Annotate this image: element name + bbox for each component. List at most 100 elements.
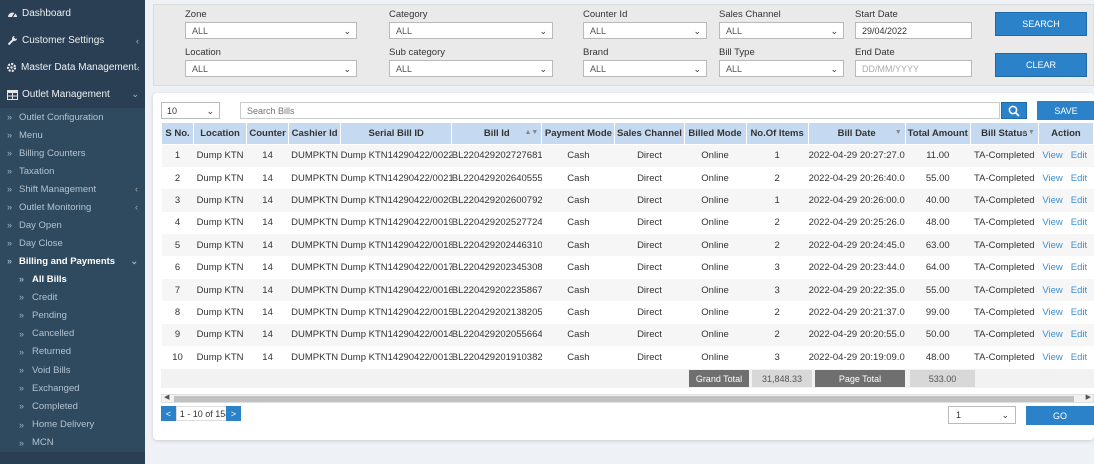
view-link[interactable]: View	[1042, 173, 1062, 184]
brand-select[interactable]: ALL ⌄	[583, 60, 707, 77]
sidebar-item-shift-management[interactable]: » Shift Management ‹	[0, 180, 145, 198]
category-select[interactable]: ALL ⌄	[389, 22, 553, 39]
sidebar-item-customer-settings[interactable]: Customer Settings ‹	[0, 27, 145, 54]
col-header-sno[interactable]: S No.	[160, 122, 195, 145]
table-row[interactable]: 4 Dump KTN 14 DUMPKTN Dump KTN14290422/0019 B…	[161, 211, 1094, 235]
horizontal-scrollbar[interactable]: ◀ ▶	[161, 394, 1094, 403]
col-header-location[interactable]: Location	[193, 122, 248, 145]
table-row[interactable]: 6 Dump KTN 14 DUMPKTN Dump KTN14290422/0017 B…	[161, 256, 1094, 279]
sidebar-item-master-data[interactable]: Master Data Management ‹	[0, 54, 145, 81]
sidebar-item-menu[interactable]: » Menu	[0, 126, 145, 144]
view-link[interactable]: View	[1042, 240, 1062, 251]
search-bills-button[interactable]	[1001, 102, 1027, 119]
sidebar-item-outlet-management[interactable]: Outlet Management ⌄	[0, 81, 145, 108]
col-header-cashier-id[interactable]: Cashier Id	[288, 122, 342, 145]
view-link[interactable]: View	[1042, 217, 1062, 228]
edit-link[interactable]: Edit	[1071, 150, 1087, 161]
col-header-bill-id[interactable]: Bill Id ▲▼	[451, 122, 543, 145]
view-link[interactable]: View	[1042, 150, 1062, 161]
sidebar-item-credit[interactable]: » Credit	[0, 288, 145, 306]
sidebar-item-taxation[interactable]: » Taxation	[0, 162, 145, 180]
sidebar-item-void-bills[interactable]: » Void Bills	[0, 361, 145, 379]
edit-link[interactable]: Edit	[1071, 195, 1087, 206]
view-link[interactable]: View	[1042, 307, 1062, 318]
scrollbar-thumb[interactable]	[174, 396, 1074, 402]
scroll-right-icon[interactable]: ▶	[1086, 393, 1091, 401]
view-link[interactable]: View	[1042, 262, 1062, 273]
page-number-select[interactable]: 1 ⌄	[948, 406, 1016, 424]
sidebar-item-returned[interactable]: » Returned	[0, 343, 145, 361]
cell-location: Dump KTN	[193, 166, 247, 190]
sidebar-item-all-bills[interactable]: » All Bills	[0, 270, 145, 288]
edit-link[interactable]: Edit	[1071, 262, 1087, 273]
table-row[interactable]: 1 Dump KTN 14 DUMPKTN Dump KTN14290422/0022 B…	[161, 144, 1094, 167]
table-row[interactable]: 7 Dump KTN 14 DUMPKTN Dump KTN14290422/0016 B…	[161, 278, 1094, 302]
edit-link[interactable]: Edit	[1071, 285, 1087, 296]
col-header-payment-mode[interactable]: Payment Mode	[541, 122, 616, 145]
sidebar-item-dashboard[interactable]: Dashboard	[0, 0, 145, 27]
edit-link[interactable]: Edit	[1071, 173, 1087, 184]
edit-link[interactable]: Edit	[1071, 329, 1087, 340]
edit-link[interactable]: Edit	[1071, 240, 1087, 251]
table-row[interactable]: 10 Dump KTN 14 DUMPKTN Dump KTN14290422/0013…	[161, 346, 1094, 369]
view-link[interactable]: View	[1042, 285, 1062, 296]
table-row[interactable]: 5 Dump KTN 14 DUMPKTN Dump KTN14290422/0018 B…	[161, 234, 1094, 257]
start-date-input[interactable]: 29/04/2022	[855, 22, 972, 39]
zone-select[interactable]: ALL ⌄	[185, 22, 357, 39]
table-row[interactable]: 3 Dump KTN 14 DUMPKTN Dump KTN14290422/0020 B…	[161, 189, 1094, 212]
sidebar-item-home-delivery[interactable]: » Home Delivery	[0, 416, 145, 434]
chevron-down-icon: ⌄	[693, 64, 701, 74]
next-page-button[interactable]: >	[226, 406, 241, 421]
col-header-billed-mode[interactable]: Billed Mode	[683, 122, 747, 145]
edit-link[interactable]: Edit	[1071, 352, 1087, 363]
go-button[interactable]: GO	[1026, 406, 1094, 425]
col-header-total-amount[interactable]: Total Amount	[904, 122, 971, 145]
cell-total-amount: 48.00	[905, 211, 971, 235]
view-link[interactable]: View	[1042, 352, 1062, 363]
col-header-serial-bill-id[interactable]: Serial Bill ID	[340, 122, 453, 145]
col-header-bill-status[interactable]: Bill Status ▲▼	[969, 122, 1039, 145]
sidebar-item-cancelled[interactable]: » Cancelled	[0, 325, 145, 343]
page-size-select[interactable]: 10 ⌄	[161, 102, 220, 119]
sidebar-item-day-close[interactable]: » Day Close	[0, 234, 145, 252]
cell-location: Dump KTN	[193, 346, 247, 369]
sales-channel-select[interactable]: ALL ⌄	[719, 22, 844, 39]
sidebar-item-mcn[interactable]: » MCN	[0, 434, 145, 452]
table-row[interactable]: 8 Dump KTN 14 DUMPKTN Dump KTN14290422/0015 B…	[161, 301, 1094, 324]
table-row[interactable]: 2 Dump KTN 14 DUMPKTN Dump KTN14290422/0021 B…	[161, 166, 1094, 190]
bill-type-select[interactable]: ALL ⌄	[719, 60, 844, 77]
clear-button[interactable]: CLEAR	[995, 53, 1087, 77]
col-header-bill-date[interactable]: Bill Date ▼	[807, 122, 906, 145]
sidebar-item-billing-and-payments[interactable]: » Billing and Payments ⌄	[0, 252, 145, 270]
search-button[interactable]: SEARCH	[995, 12, 1087, 36]
sidebar-item-pending[interactable]: » Pending	[0, 306, 145, 324]
edit-link[interactable]: Edit	[1071, 217, 1087, 228]
sidebar-item-exchanged[interactable]: » Exchanged	[0, 379, 145, 397]
col-header-no-of-items[interactable]: No.Of Items	[745, 122, 809, 145]
counter-id-select[interactable]: ALL ⌄	[583, 22, 707, 39]
sidebar-item-outlet-monitoring[interactable]: » Outlet Monitoring ‹	[0, 198, 145, 216]
save-button[interactable]: SAVE	[1037, 101, 1094, 120]
search-bills-input[interactable]	[240, 102, 1000, 119]
sidebar-item-outlet-configuration[interactable]: » Outlet Configuration	[0, 108, 145, 126]
table-row[interactable]: 9 Dump KTN 14 DUMPKTN Dump KTN14290422/0014 B…	[161, 323, 1094, 347]
edit-link[interactable]: Edit	[1071, 307, 1087, 318]
sidebar-item-completed[interactable]: » Completed	[0, 397, 145, 415]
start-date-label: Start Date	[855, 9, 898, 20]
scroll-left-icon[interactable]: ◀	[164, 393, 169, 401]
prev-page-button[interactable]: <	[161, 406, 176, 421]
view-link[interactable]: View	[1042, 329, 1062, 340]
sidebar-item-day-open[interactable]: » Day Open	[0, 216, 145, 234]
cell-action: View Edit	[1038, 144, 1094, 167]
cell-bill-status: TA-Completed	[970, 166, 1039, 190]
col-header-counter[interactable]: Counter	[246, 122, 290, 145]
view-link[interactable]: View	[1042, 195, 1062, 206]
sidebar-item-billing-counters[interactable]: » Billing Counters	[0, 144, 145, 162]
cell-action: View Edit	[1038, 234, 1094, 257]
cell-billed-mode: Online	[684, 234, 747, 257]
location-select[interactable]: ALL ⌄	[185, 60, 357, 77]
end-date-input[interactable]: DD/MM/YYYY	[855, 60, 972, 77]
sub-category-select[interactable]: ALL ⌄	[389, 60, 553, 77]
col-header-sales-channel[interactable]: Sales Channel	[614, 122, 685, 145]
cell-action: View Edit	[1038, 278, 1094, 302]
